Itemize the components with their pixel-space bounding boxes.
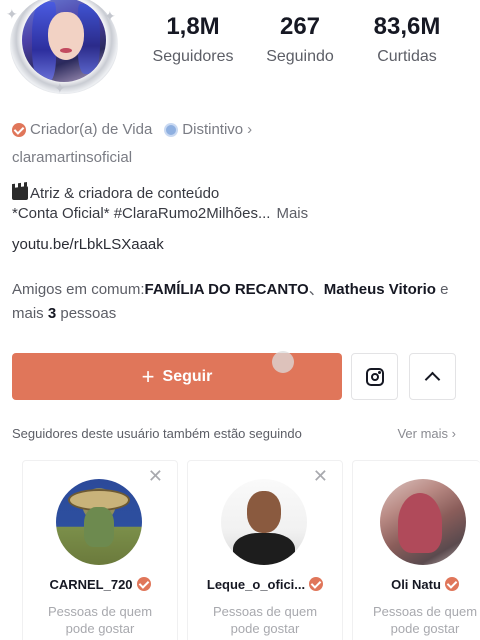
mutual-friend-1: FAMÍLIA DO RECANTO (144, 281, 309, 298)
bio-line-2: *Conta Oficial* #ClaraRumo2Milhões... Mai… (12, 205, 309, 222)
mutual-friends[interactable]: Amigos em comum:FAMÍLIA DO RECANTO、Mathe… (12, 278, 472, 326)
profile-link[interactable]: youtu.be/rLbkLSXaaak (12, 236, 164, 253)
distinct-badge-label[interactable]: Distintivo (182, 121, 243, 138)
avatar-photo (22, 0, 106, 82)
plus-icon: + (141, 363, 155, 389)
distinct-badge-icon (164, 122, 179, 137)
mutual-count: 3 (47, 305, 57, 322)
suggestion-avatar (380, 479, 466, 565)
suggestion-avatar (56, 479, 142, 565)
suggestion-card[interactable]: ✕ Leque_o_ofici... Pessoas de quem pode g… (187, 460, 343, 640)
instagram-button[interactable] (351, 353, 398, 400)
stat-label: Seguidores (152, 48, 234, 65)
touch-indicator (272, 351, 294, 373)
stat-likes[interactable]: 83,6M Curtidas (354, 12, 460, 66)
verified-icon (309, 577, 324, 591)
verified-icon (444, 577, 459, 591)
suggestion-avatar (221, 479, 307, 565)
profile-badges: Criador(a) de Vida Distintivo › (12, 121, 252, 138)
suggestion-reason: Pessoas de quem pode gostar (372, 604, 478, 636)
profile-avatar[interactable]: ✦ ✦ ✦ (6, 0, 122, 98)
stat-label: Curtidas (377, 48, 437, 65)
stat-value: 1,8M (166, 13, 220, 40)
profile-stats: 1,8M Seguidores 267 Seguindo 83,6M Curti… (140, 12, 460, 66)
star-icon: ✦ (104, 8, 116, 24)
stat-value: 267 (279, 13, 321, 40)
see-more-link[interactable]: Ver mais › (397, 426, 456, 441)
suggestion-card[interactable]: ✕ CARNEL_720 Pessoas de quem pode gostar (22, 460, 178, 640)
stat-followers[interactable]: 1,8M Seguidores (140, 12, 246, 66)
creator-badge-icon (12, 122, 26, 137)
stat-label: Seguindo (266, 48, 334, 65)
bio-more-link[interactable]: Mais (276, 205, 308, 222)
suggestions-title: Seguidores deste usuário também estão se… (12, 426, 302, 441)
instagram-icon (365, 367, 384, 386)
close-icon[interactable]: ✕ (313, 467, 328, 485)
profile-bio: Atriz & criadora de conteúdo *Conta Ofic… (12, 184, 472, 224)
suggestion-name: Oli Natu (347, 577, 480, 592)
mutual-friend-2: Matheus Vitorio (323, 281, 436, 298)
suggestion-reason: Pessoas de quem pode gostar (47, 604, 153, 636)
follow-label: Seguir (162, 367, 213, 385)
close-icon[interactable]: ✕ (148, 467, 163, 485)
suggestion-card[interactable]: Oli Natu Pessoas de quem pode gostar (352, 460, 480, 640)
suggestions-header: Seguidores deste usuário também estão se… (12, 426, 456, 441)
creator-badge-label[interactable]: Criador(a) de Vida (30, 121, 152, 138)
collapse-suggestions-button[interactable] (409, 353, 456, 400)
star-icon: ✦ (6, 6, 18, 22)
stat-following[interactable]: 267 Seguindo (247, 12, 353, 66)
clapperboard-icon (12, 186, 28, 200)
bio-line-1: Atriz & criadora de conteúdo (12, 184, 472, 204)
chevron-up-icon (424, 371, 441, 388)
suggestion-name: Leque_o_ofici... (188, 577, 342, 592)
username: claramartinsoficial (12, 149, 133, 166)
chevron-right-icon[interactable]: › (247, 121, 252, 138)
star-icon: ✦ (54, 80, 66, 96)
suggestion-reason: Pessoas de quem pode gostar (212, 604, 318, 636)
verified-icon (136, 577, 151, 591)
suggestion-name: CARNEL_720 (23, 577, 177, 592)
stat-value: 83,6M (373, 13, 441, 40)
